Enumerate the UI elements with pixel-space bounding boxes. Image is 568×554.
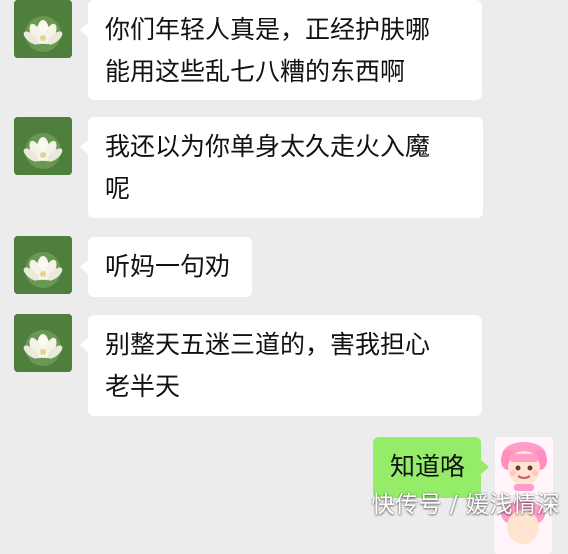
message-2-line-1: 我还以为你单身太久走火入魔 [105, 132, 431, 161]
message-4-line-2: 老半天 [105, 372, 181, 401]
lotus-avatar-icon[interactable] [14, 314, 72, 372]
message-1-line-1: 你们年轻人真是，正经护肤哪 [105, 15, 431, 44]
message-3-line-1: 听妈一句劝 [105, 252, 231, 281]
message-1-line-2: 能用这些乱七八糟的东西啊 [105, 57, 406, 86]
message-bubble-2[interactable]: 我还以为你单身太久走火入魔 呢 [80, 117, 483, 218]
chat-conversation: 你们年轻人真是，正经护肤哪 能用这些乱七八糟的东西啊 我还以为你单身太久走火入魔… [0, 0, 568, 554]
message-2-line-2: 呢 [105, 174, 131, 203]
lotus-avatar-icon[interactable] [14, 0, 72, 58]
message-bubble-4[interactable]: 别整天五迷三道的，害我担心 老半天 [80, 315, 482, 416]
outgoing-message-bubble[interactable]: 知道咯 [373, 437, 489, 498]
outgoing-message-line: 知道咯 [390, 452, 466, 481]
lotus-avatar-icon[interactable] [14, 236, 72, 294]
message-4-line-1: 别整天五迷三道的，害我担心 [105, 330, 431, 359]
pink-cartoon-avatar-icon[interactable] [495, 437, 553, 495]
watermark-text: 快传号 / 媛浅情深 [371, 492, 560, 518]
message-bubble-3[interactable]: 听妈一句劝 [80, 237, 252, 297]
lotus-avatar-icon[interactable] [14, 117, 72, 175]
message-bubble-1[interactable]: 你们年轻人真是，正经护肤哪 能用这些乱七八糟的东西啊 [80, 0, 482, 100]
